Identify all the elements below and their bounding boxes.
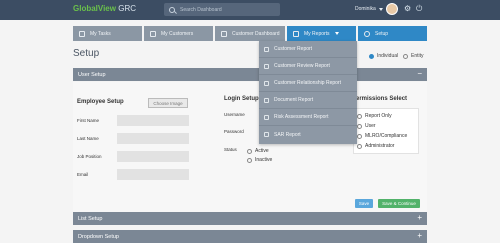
permissions-heading: Permissions Select xyxy=(352,96,408,102)
radio-active[interactable] xyxy=(247,148,252,154)
password-label: Password xyxy=(224,129,244,134)
menu-item-risk-assessment-report[interactable]: Risk Assessment Report xyxy=(259,109,357,126)
search-icon xyxy=(169,6,175,13)
first-name-label: First Name xyxy=(77,118,100,123)
tab-label: My Customers xyxy=(161,30,194,37)
menu-item-customer-report[interactable]: Customer Report xyxy=(259,41,357,58)
menu-item-label: Customer Review Report xyxy=(274,63,330,69)
settings-icon[interactable]: ⚙ xyxy=(404,5,412,13)
expand-icon[interactable]: + xyxy=(417,232,422,240)
report-icon xyxy=(264,132,269,137)
radio-inactive[interactable] xyxy=(247,157,252,163)
customers-icon xyxy=(150,30,156,37)
job-position-label: Job Position xyxy=(77,154,102,159)
tasks-icon xyxy=(79,30,85,37)
tab-my-tasks[interactable]: My Tasks xyxy=(73,26,142,41)
mode-individual[interactable]: Individual xyxy=(369,53,398,59)
option-label: Active xyxy=(255,148,269,154)
menu-item-label: SAR Report xyxy=(274,131,301,138)
option-label: Administrator xyxy=(365,143,395,149)
page-title: Setup xyxy=(73,48,100,59)
menu-item-label: Customer Report xyxy=(274,46,313,52)
report-icon xyxy=(264,63,269,69)
radio-mlro[interactable] xyxy=(357,133,362,139)
username-label: Username xyxy=(224,112,245,117)
radio-entity[interactable] xyxy=(403,53,408,59)
brand-logo[interactable]: GlobalView GRC xyxy=(73,4,136,13)
login-setup-heading: Login Setup xyxy=(224,96,259,102)
chevron-down-icon xyxy=(334,32,339,35)
status-label: Status xyxy=(224,147,237,152)
report-icon xyxy=(264,46,269,52)
menu-item-customer-review-report[interactable]: Customer Review Report xyxy=(259,58,357,75)
reports-dropdown-menu: Customer Report Customer Review Report C… xyxy=(259,41,357,144)
permission-administrator[interactable]: Administrator xyxy=(357,143,394,149)
section-title: Dropdown Setup xyxy=(78,233,119,240)
tab-customer-dashboard[interactable]: Customer Dashboard xyxy=(215,26,285,41)
avatar[interactable] xyxy=(386,3,398,15)
tab-my-reports[interactable]: My Reports xyxy=(287,26,356,41)
radio-label: Individual xyxy=(377,53,399,59)
permission-user[interactable]: User xyxy=(357,123,376,129)
section-title: User Setup xyxy=(78,71,106,78)
tab-setup[interactable]: Setup xyxy=(358,26,427,41)
list-setup-header[interactable]: List Setup + xyxy=(73,212,427,225)
radio-user[interactable] xyxy=(357,123,362,129)
option-label: Inactive xyxy=(255,157,273,163)
collapse-icon[interactable]: − xyxy=(417,70,422,78)
expand-icon[interactable]: + xyxy=(417,214,422,222)
power-icon[interactable]: ⏻ xyxy=(416,5,424,13)
menu-item-label: Customer Relationship Report xyxy=(274,80,341,86)
save-continue-button[interactable]: Save & Continue xyxy=(378,199,420,208)
radio-label: Entity xyxy=(411,53,424,59)
email-label: Email xyxy=(77,172,89,177)
dashboard-icon xyxy=(221,30,227,37)
menu-item-customer-relationship-report[interactable]: Customer Relationship Report xyxy=(259,75,357,92)
tab-label: My Tasks xyxy=(90,30,111,37)
radio-report-only[interactable] xyxy=(357,113,362,119)
radio-individual[interactable] xyxy=(369,53,374,59)
tab-label: My Reports xyxy=(304,30,330,37)
choose-image-button[interactable]: Choose Image xyxy=(148,98,188,108)
user-name[interactable]: Dominika xyxy=(355,6,376,12)
tab-label: Customer Dashboard xyxy=(232,30,280,37)
option-label: User xyxy=(365,123,376,129)
status-inactive-option[interactable]: Inactive xyxy=(247,157,272,163)
first-name-field[interactable] xyxy=(117,115,189,126)
menu-item-document-report[interactable]: Document Report xyxy=(259,92,357,109)
report-icon xyxy=(264,80,269,86)
dropdown-setup-header[interactable]: Dropdown Setup + xyxy=(73,230,427,243)
brand-name: GlobalView xyxy=(73,4,116,13)
menu-item-label: Risk Assessment Report xyxy=(274,114,329,120)
option-label: MLRO/Compliance xyxy=(365,133,408,139)
option-label: Report Only xyxy=(365,113,392,119)
menu-item-label: Document Report xyxy=(274,97,314,103)
status-active-option[interactable]: Active xyxy=(247,148,269,154)
brand-suffix: GRC xyxy=(118,4,136,13)
mode-entity[interactable]: Entity xyxy=(403,53,424,59)
job-position-field[interactable] xyxy=(117,151,189,162)
last-name-field[interactable] xyxy=(117,133,189,144)
permission-report-only[interactable]: Report Only xyxy=(357,113,392,119)
last-name-label: Last Name xyxy=(77,136,99,141)
search-box[interactable] xyxy=(164,3,280,16)
top-bar: GlobalView GRC Dominika ⚙ ⏻ xyxy=(0,0,500,20)
permission-mlro[interactable]: MLRO/Compliance xyxy=(357,133,407,139)
tab-my-customers[interactable]: My Customers xyxy=(144,26,213,41)
menu-item-sar-report[interactable]: SAR Report xyxy=(259,126,357,143)
employee-setup-heading: Employee Setup xyxy=(77,99,124,105)
radio-administrator[interactable] xyxy=(357,143,362,149)
reports-icon xyxy=(293,30,299,37)
chevron-down-icon[interactable] xyxy=(379,8,383,11)
email-field[interactable] xyxy=(117,169,189,180)
report-icon xyxy=(264,97,269,103)
user-setup-header[interactable]: User Setup − xyxy=(73,68,427,81)
gear-icon xyxy=(364,30,370,37)
report-icon xyxy=(264,114,269,120)
search-input[interactable] xyxy=(180,6,275,13)
tab-label: Setup xyxy=(375,30,389,37)
save-button[interactable]: Save xyxy=(355,199,373,208)
section-title: List Setup xyxy=(78,215,103,222)
